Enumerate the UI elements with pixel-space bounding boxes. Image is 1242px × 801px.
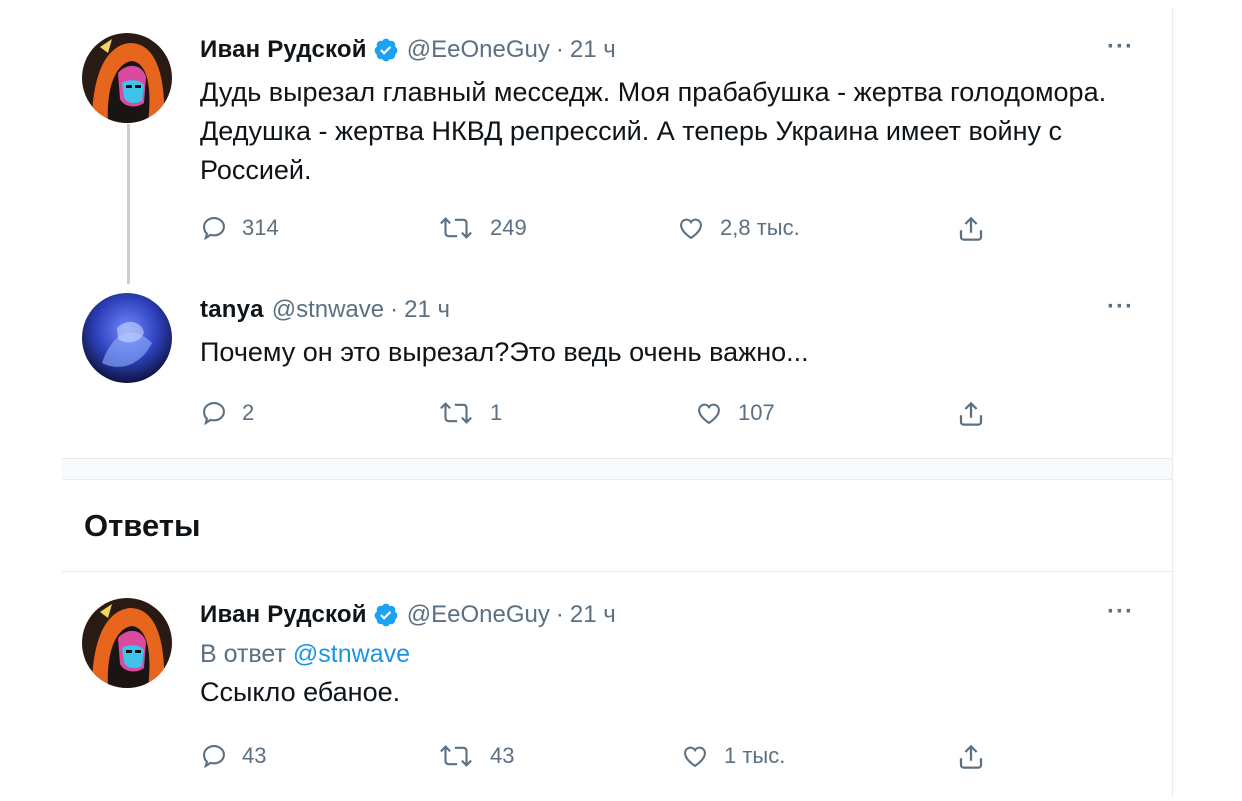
share-button[interactable] [956, 742, 1000, 772]
divider [62, 479, 1172, 480]
retweet-icon [440, 217, 472, 239]
retweet-button[interactable]: 249 [436, 214, 527, 242]
reply-button[interactable]: 43 [200, 742, 266, 770]
separator-dot: · [555, 36, 564, 63]
reply-context: В ответ @stnwave [200, 640, 1140, 669]
tweet-timestamp[interactable]: 21 ч [570, 601, 616, 629]
like-count: 2,8 тыс. [720, 215, 800, 240]
tweet-header: Иван Рудской @EeOneGuy · 21 ч [200, 33, 1140, 67]
more-icon[interactable]: ··· [1107, 295, 1134, 319]
tweet-text: Почему он это вырезал?Это ведь очень важ… [200, 337, 809, 367]
like-count: 107 [738, 400, 775, 425]
tweet-header: tanya @stnwave · 21 ч [200, 293, 1140, 327]
reply-count: 43 [242, 743, 267, 768]
reply-mention-link[interactable]: @stnwave [293, 640, 410, 668]
tweet-actions: 43 43 1 тыс. [200, 742, 1020, 782]
section-gap [62, 459, 1172, 479]
share-icon [959, 216, 983, 241]
reply-icon [203, 217, 225, 241]
like-button[interactable]: 1 тыс. [680, 742, 785, 770]
avatar[interactable] [82, 293, 172, 383]
separator-dot: · [390, 296, 399, 323]
like-count: 1 тыс. [724, 743, 786, 768]
tweet-timestamp[interactable]: 21 ч [570, 36, 616, 64]
share-icon [959, 401, 983, 426]
retweet-count: 1 [490, 400, 503, 425]
reply-count: 2 [242, 400, 255, 425]
tweet-text: Дудь вырезал главный месседж. Моя прабаб… [200, 77, 1107, 185]
like-button[interactable]: 2,8 тыс. [676, 214, 800, 242]
like-icon [680, 218, 702, 240]
separator-dot: · [555, 601, 564, 628]
share-button[interactable] [956, 399, 1000, 429]
retweet-button[interactable]: 43 [436, 742, 514, 770]
reply-button[interactable]: 2 [200, 399, 254, 427]
divider [62, 571, 1172, 572]
thread-connector-line [127, 124, 130, 284]
reply-count: 314 [242, 215, 279, 240]
timeline-border [1172, 8, 1173, 798]
tweet-actions: 2 1 107 [200, 399, 1020, 439]
author-handle[interactable]: @EeOneGuy [407, 36, 550, 64]
tweet-text: Ссыкло ебаное. [200, 677, 401, 707]
author-name[interactable]: tanya [200, 296, 264, 324]
author-handle[interactable]: @stnwave [272, 296, 384, 324]
share-icon [959, 744, 983, 769]
more-icon[interactable]: ··· [1107, 35, 1134, 59]
tweet-header: Иван Рудской @EeOneGuy · 21 ч [200, 598, 1140, 632]
retweet-icon [440, 402, 472, 424]
tweet-actions: 314 249 2,8 тыс. [200, 214, 1020, 254]
tweet-thread-page: Иван Рудской @EeOneGuy · 21 ч ··· Дудь в… [0, 0, 1242, 801]
author-handle[interactable]: @EeOneGuy [407, 601, 550, 629]
like-icon [684, 746, 706, 768]
reply-prefix: В ответ [200, 640, 286, 668]
retweet-count: 43 [490, 743, 515, 768]
avatar[interactable] [82, 598, 172, 688]
author-name[interactable]: Иван Рудской [200, 601, 367, 629]
verified-badge-icon [373, 602, 399, 628]
retweet-icon [440, 745, 472, 767]
reply-button[interactable]: 314 [200, 214, 279, 242]
like-button[interactable]: 107 [694, 399, 775, 427]
verified-badge-icon [373, 37, 399, 63]
reply-icon [203, 402, 225, 426]
author-name[interactable]: Иван Рудской [200, 36, 367, 64]
reply-icon [203, 745, 225, 769]
retweet-count: 249 [490, 215, 527, 240]
share-button[interactable] [956, 214, 1000, 244]
more-icon[interactable]: ··· [1107, 600, 1134, 624]
avatar[interactable] [82, 33, 172, 123]
tweet-timestamp[interactable]: 21 ч [404, 296, 450, 324]
like-icon [698, 403, 720, 425]
replies-section-title: Ответы [84, 508, 201, 543]
retweet-button[interactable]: 1 [436, 399, 502, 427]
